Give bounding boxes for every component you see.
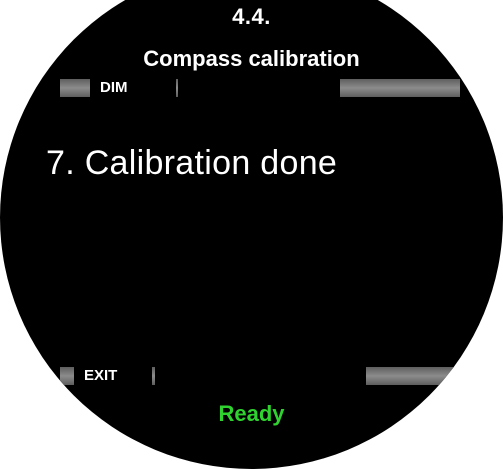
- status-text: Ready: [218, 401, 285, 426]
- dim-button[interactable]: DIM: [90, 79, 176, 97]
- exit-button[interactable]: EXIT: [74, 367, 152, 385]
- device-screen: 4.4. Compass calibration DIM 7. Calibrat…: [0, 0, 503, 469]
- softkey-top-right[interactable]: [340, 79, 460, 97]
- section-number: 4.4.: [232, 4, 271, 29]
- softkey-bottom-right[interactable]: [366, 367, 466, 385]
- menu-title: Compass calibration: [143, 46, 360, 71]
- calibration-step-message: 7. Calibration done: [46, 144, 338, 182]
